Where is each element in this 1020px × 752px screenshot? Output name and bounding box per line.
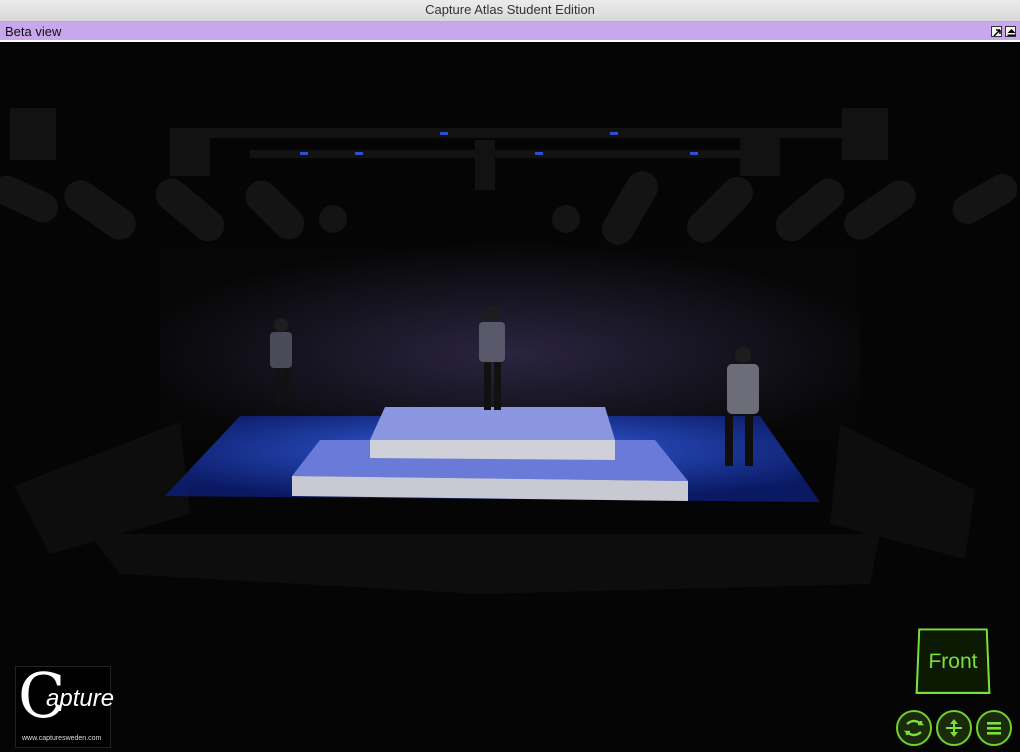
menu-icon	[987, 722, 1001, 735]
capture-logo: C apture www.capturesweden.com	[15, 661, 115, 748]
eject-icon[interactable]	[1005, 26, 1016, 37]
lighting-truss	[10, 108, 888, 190]
undock-icon[interactable]	[991, 26, 1002, 37]
light-fixtures	[0, 171, 1018, 245]
menu-button[interactable]	[976, 710, 1012, 746]
3d-viewport[interactable]: C apture www.capturesweden.com Front	[0, 44, 1020, 752]
logo-url: www.capturesweden.com	[22, 735, 102, 742]
window-title-bar: Capture Atlas Student Edition	[0, 0, 1020, 22]
view-title: Beta view	[5, 24, 62, 39]
pan-button[interactable]	[936, 710, 972, 746]
upper-platform	[370, 407, 615, 460]
front-view-label: Front	[928, 650, 978, 674]
window-title: Capture Atlas Student Edition	[425, 2, 595, 17]
stage-scene	[0, 108, 1018, 594]
rotate-icon	[903, 719, 925, 737]
pan-icon	[946, 719, 962, 737]
logo-word: apture	[46, 685, 115, 712]
front-view-button[interactable]: Front	[915, 628, 991, 694]
view-header-bar: Beta view	[0, 22, 1020, 42]
rotate-button[interactable]	[896, 710, 932, 746]
